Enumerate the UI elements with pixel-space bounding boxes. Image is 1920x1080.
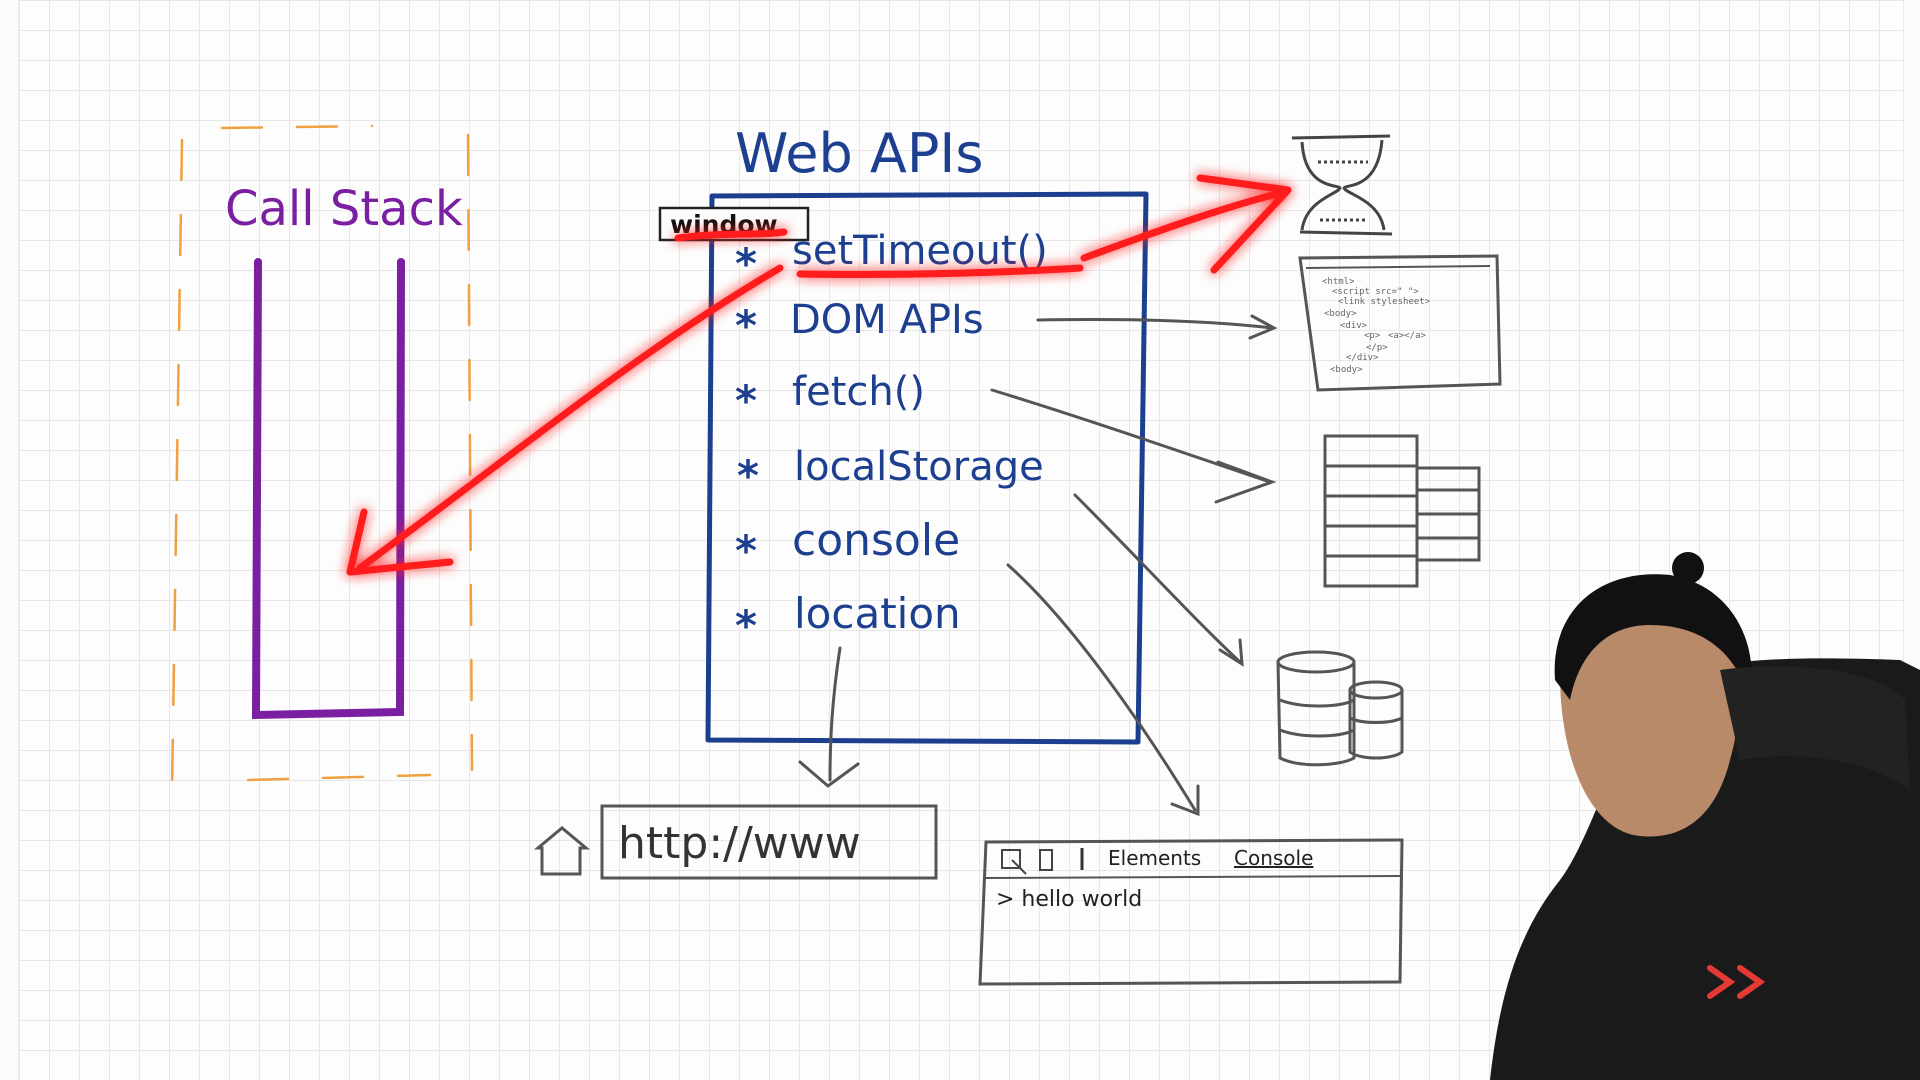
hourglass-icon xyxy=(1291,134,1393,236)
code-line: </div> xyxy=(1346,353,1379,363)
api-item-localstorage: * localStorage xyxy=(737,444,1044,500)
presenter-figure xyxy=(1490,552,1920,1080)
url-bar: http://www xyxy=(533,804,938,880)
inspect-icon xyxy=(1001,849,1027,875)
api-item-label: setTimeout() xyxy=(792,228,1048,274)
bullet: * xyxy=(735,376,757,425)
whiteboard-canvas: Call Stack Web APIs window * setTimeout(… xyxy=(170,122,1920,1080)
bullet: * xyxy=(735,526,757,575)
devtools-panel: Elements Console > hello world xyxy=(978,838,1404,986)
code-line: <a></a> xyxy=(1388,331,1427,341)
database-icon xyxy=(1276,650,1404,767)
api-item-label: DOM APIs xyxy=(790,297,984,343)
code-line: <link stylesheet> xyxy=(1338,297,1431,307)
html-document-icon: <html> <script src=" "> <link stylesheet… xyxy=(1298,254,1502,392)
code-line: <script src=" "> xyxy=(1332,287,1419,297)
bullet: * xyxy=(735,301,757,350)
console-output: > hello world xyxy=(996,887,1142,912)
code-line: <p> xyxy=(1364,331,1381,341)
api-item-label: console xyxy=(792,515,960,566)
bullet: * xyxy=(737,451,759,500)
html-document-code: <html> <script src=" "> <link stylesheet… xyxy=(1322,277,1431,375)
api-item-label: fetch() xyxy=(792,369,925,415)
web-apis-title: Web APIs xyxy=(735,122,983,185)
api-item-console: * console xyxy=(735,515,960,575)
home-icon xyxy=(533,826,591,876)
devtools-tab-elements: Elements xyxy=(1108,846,1201,870)
devtools-tab-console: Console xyxy=(1234,846,1313,870)
call-stack-title: Call Stack xyxy=(225,181,463,237)
api-item-label: localStorage xyxy=(794,444,1044,490)
server-icon xyxy=(1323,434,1481,588)
api-item-label: location xyxy=(794,589,961,638)
bullet: * xyxy=(735,601,757,650)
call-stack-container xyxy=(251,258,405,720)
code-line: <body> xyxy=(1330,365,1363,375)
code-line: </p> xyxy=(1366,343,1388,353)
web-apis-list: * setTimeout() * DOM APIs * fetch() * lo… xyxy=(735,228,1048,650)
api-item-dom-apis: * DOM APIs xyxy=(735,297,984,350)
device-icon xyxy=(1039,849,1053,871)
code-line: <body> xyxy=(1324,309,1357,319)
api-item-fetch: * fetch() xyxy=(735,369,925,425)
code-line: <html> xyxy=(1322,277,1355,287)
api-item-location: * location xyxy=(735,589,961,650)
url-text: http://www xyxy=(618,818,861,869)
code-line: <div> xyxy=(1340,321,1368,331)
